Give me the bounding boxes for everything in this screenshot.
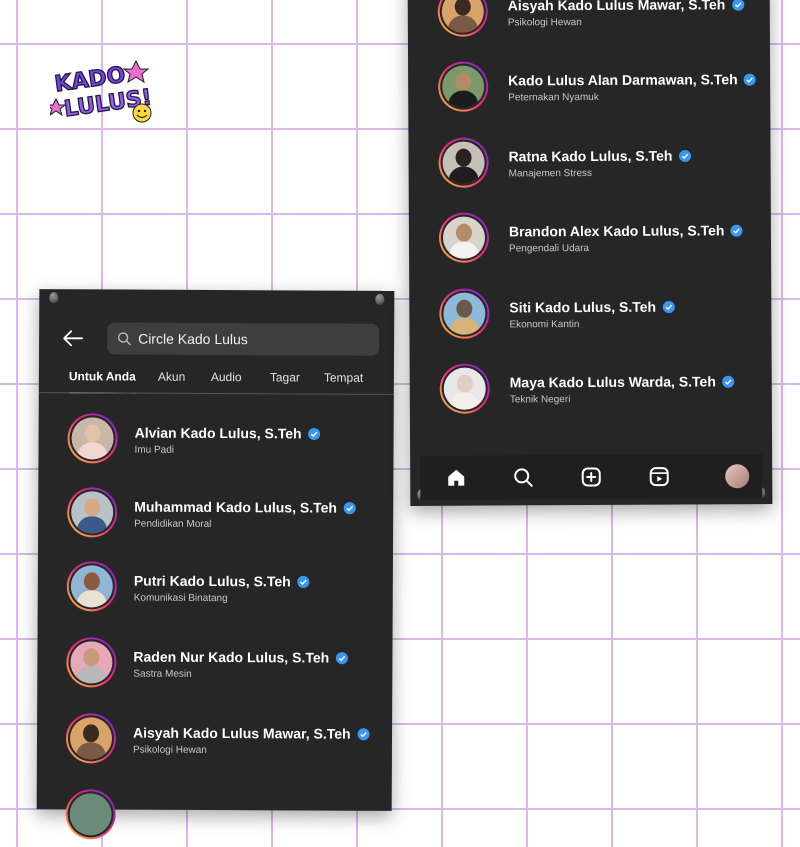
search-screen-panel: Untuk Anda Akun Audio Tagar Tempat Alvia… bbox=[36, 289, 395, 840]
verified-icon bbox=[357, 727, 370, 740]
account-name: Raden Nur Kado Lulus, S.Teh bbox=[133, 649, 348, 666]
account-subtitle: Imu Padi bbox=[134, 444, 175, 456]
avatar bbox=[66, 561, 117, 612]
kado-lulus-logo: KADO LULUS! bbox=[50, 59, 154, 123]
pin-icon bbox=[49, 292, 59, 304]
results-screen-panel: Aisyah Kado Lulus Mawar, S.Teh Psikologi… bbox=[407, 0, 773, 506]
verified-icon bbox=[678, 149, 691, 162]
smiley-icon bbox=[132, 103, 152, 123]
avatar bbox=[67, 413, 118, 464]
verified-icon bbox=[731, 0, 744, 11]
list-item[interactable]: Siti Kado Lulus, S.Teh Ekonomi Kantin bbox=[409, 283, 771, 345]
list-item[interactable]: Muhammad Kado Lulus, S.Teh Pendidikan Mo… bbox=[38, 483, 393, 545]
avatar bbox=[67, 487, 118, 538]
avatar bbox=[438, 212, 490, 263]
tab-audio[interactable]: Audio bbox=[211, 370, 242, 393]
verified-icon bbox=[744, 73, 757, 86]
list-item[interactable]: Brandon Alex Kado Lulus, S.Teh Pengendal… bbox=[409, 207, 771, 269]
pin-icon bbox=[375, 293, 385, 305]
verified-icon bbox=[662, 300, 675, 313]
home-icon[interactable] bbox=[445, 467, 467, 489]
list-item[interactable]: Alvian Kado Lulus, S.Teh Imu Padi bbox=[38, 409, 393, 471]
search-bar bbox=[54, 319, 380, 359]
account-subtitle: Psikologi Hewan bbox=[132, 744, 207, 756]
account-name: Aisyah Kado Lulus Mawar, S.Teh bbox=[133, 725, 370, 742]
account-name: Brandon Alex Kado Lulus, S.Teh bbox=[509, 222, 744, 239]
account-name: Muhammad Kado Lulus, S.Teh bbox=[134, 499, 356, 516]
verified-icon bbox=[722, 375, 735, 388]
account-name: Alvian Kado Lulus, S.Teh bbox=[135, 425, 321, 442]
tab-tempat[interactable]: Tempat bbox=[324, 371, 363, 394]
profile-avatar[interactable] bbox=[725, 464, 750, 489]
account-subtitle: Ekonomi Kantin bbox=[509, 319, 580, 331]
verified-icon bbox=[343, 501, 356, 514]
avatar bbox=[438, 137, 489, 188]
tab-untuk-anda[interactable]: Untuk Anda bbox=[68, 369, 136, 394]
tab-akun[interactable]: Akun bbox=[158, 370, 185, 393]
avatar bbox=[438, 61, 489, 112]
search-box[interactable] bbox=[107, 322, 380, 356]
avatar bbox=[439, 363, 490, 414]
account-subtitle: Psikologi Hewan bbox=[507, 17, 582, 29]
avatar bbox=[65, 713, 117, 764]
account-name: Siti Kado Lulus, S.Teh bbox=[509, 299, 675, 315]
avatar bbox=[65, 789, 116, 840]
account-name: Maya Kado Lulus Warda, S.Teh bbox=[510, 373, 735, 390]
avatar bbox=[437, 0, 488, 37]
account-subtitle: Peternakan Nyamuk bbox=[508, 91, 599, 104]
list-item[interactable]: Aisyah Kado Lulus Mawar, S.Teh Psikologi… bbox=[37, 709, 392, 771]
tab-tagar[interactable]: Tagar bbox=[270, 370, 300, 393]
list-item[interactable]: Raden Nur Kado Lulus, S.Teh Sastra Mesin bbox=[37, 633, 392, 695]
verified-icon bbox=[730, 224, 743, 237]
account-name: Aisyah Kado Lulus Mawar, S.Teh bbox=[508, 0, 745, 13]
account-subtitle: Pendidikan Moral bbox=[134, 518, 212, 530]
verified-icon bbox=[308, 427, 321, 440]
search-tabs: Untuk Anda Akun Audio Tagar Tempat bbox=[39, 364, 394, 396]
search-icon[interactable] bbox=[512, 466, 534, 488]
list-item[interactable]: Maya Kado Lulus Warda, S.Teh Teknik Nege… bbox=[410, 358, 772, 420]
add-post-icon[interactable] bbox=[580, 466, 602, 488]
verified-icon bbox=[335, 651, 348, 664]
list-item[interactable]: Aisyah Kado Lulus Mawar, S.Teh Psikologi… bbox=[408, 0, 770, 43]
list-item[interactable]: Ratna Kado Lulus, S.Teh Manajemen Stress bbox=[408, 132, 770, 194]
account-subtitle: Teknik Negeri bbox=[509, 394, 571, 406]
list-item[interactable]: Kado Lulus Alan Darmawan, S.Teh Peternak… bbox=[408, 56, 770, 118]
account-subtitle: Manajemen Stress bbox=[508, 167, 593, 180]
list-item[interactable] bbox=[36, 785, 391, 847]
avatar bbox=[66, 637, 117, 688]
search-icon bbox=[117, 332, 131, 346]
account-subtitle: Komunikasi Binatang bbox=[133, 592, 228, 605]
account-name: Kado Lulus Alan Darmawan, S.Teh bbox=[508, 71, 757, 88]
bottom-navbar bbox=[420, 454, 763, 500]
account-subtitle: Pengendali Udara bbox=[509, 243, 590, 255]
account-name: Putri Kado Lulus, S.Teh bbox=[134, 573, 310, 590]
reels-icon[interactable] bbox=[648, 466, 670, 488]
verified-icon bbox=[297, 575, 310, 588]
back-arrow-icon[interactable] bbox=[62, 328, 84, 348]
account-name: Ratna Kado Lulus, S.Teh bbox=[509, 147, 692, 164]
list-item[interactable]: Putri Kado Lulus, S.Teh Komunikasi Binat… bbox=[38, 557, 393, 619]
search-input[interactable] bbox=[138, 322, 369, 356]
avatar bbox=[439, 288, 490, 339]
account-subtitle: Sastra Mesin bbox=[133, 668, 192, 680]
